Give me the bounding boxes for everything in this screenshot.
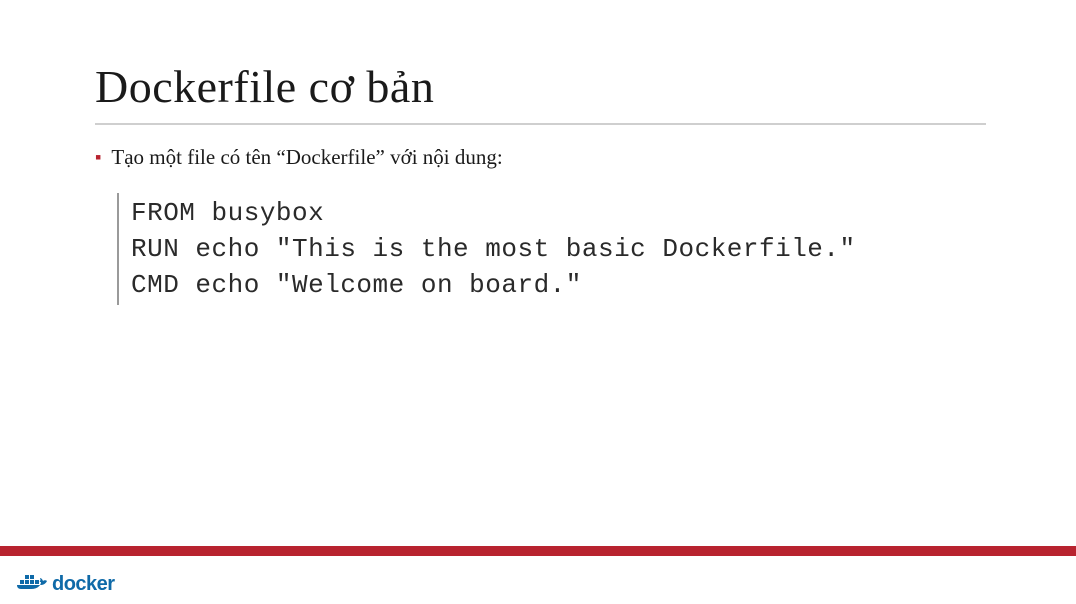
slide-title: Dockerfile cơ bản <box>95 60 986 125</box>
code-block: FROM busybox RUN echo "This is the most … <box>117 193 986 305</box>
whale-icon <box>14 570 50 598</box>
logo-text: docker <box>52 573 115 596</box>
docker-logo: docker <box>14 570 115 598</box>
bullet-row: ▪ Tạo một file có tên “Dockerfile” với n… <box>95 143 986 171</box>
footer-accent-bar <box>0 546 1076 556</box>
slide: Dockerfile cơ bản ▪ Tạo một file có tên … <box>0 0 1076 604</box>
slide-content: Dockerfile cơ bản ▪ Tạo một file có tên … <box>0 0 1076 305</box>
bullet-marker: ▪ <box>95 144 101 170</box>
bullet-text: Tạo một file có tên “Dockerfile” với nội… <box>111 143 502 171</box>
